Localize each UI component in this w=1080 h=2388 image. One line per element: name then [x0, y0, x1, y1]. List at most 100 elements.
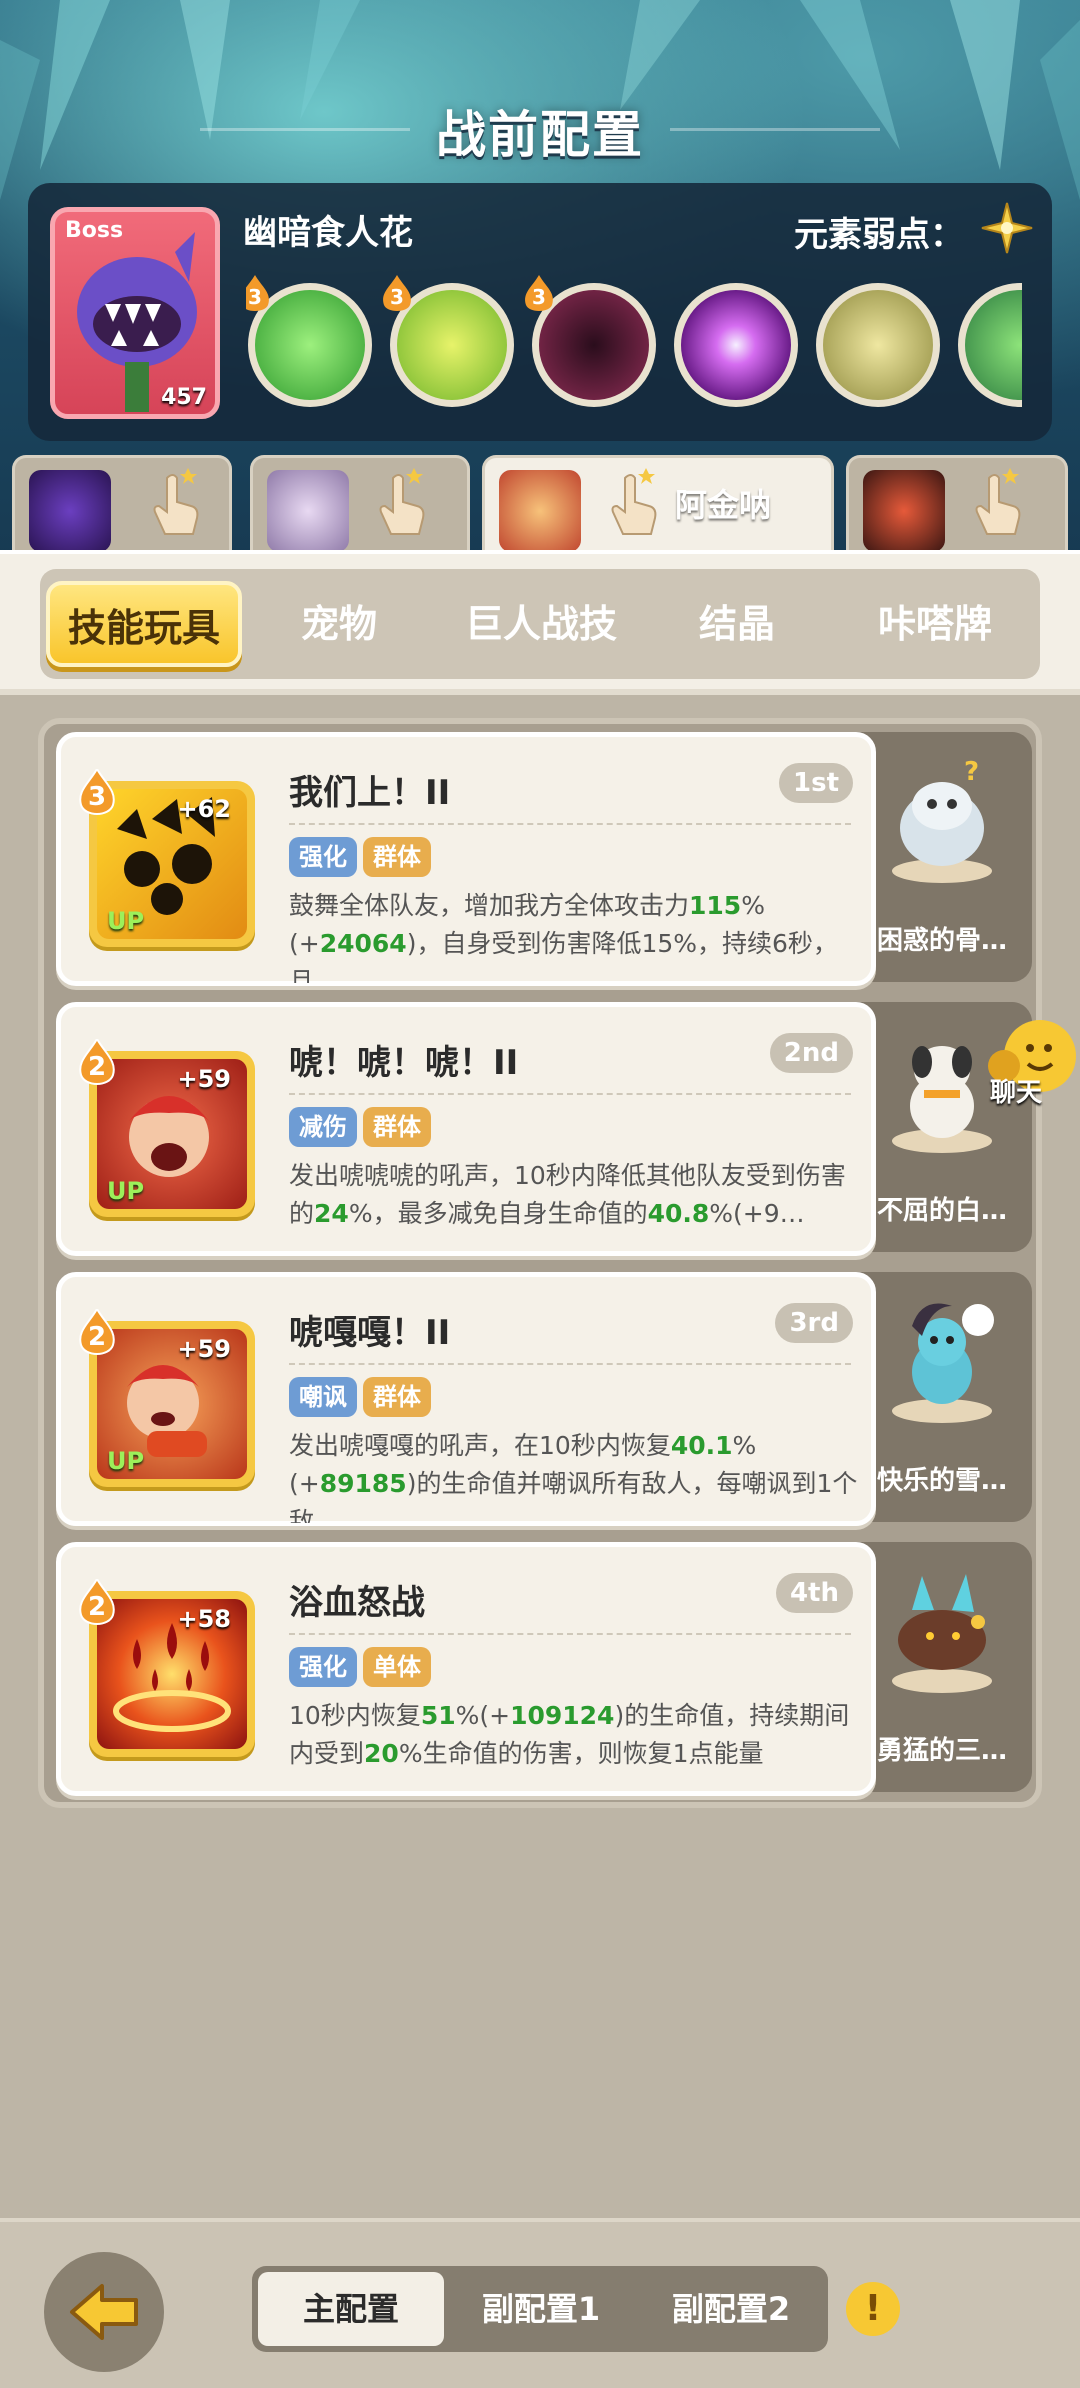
pet-name: 勇猛的三… [876, 1736, 1007, 1766]
snow-pet-icon [892, 1303, 994, 1423]
boss-skill-row: 3 3 3 [246, 275, 1022, 415]
info-warning-icon[interactable]: ! [846, 2282, 900, 2336]
hero-avatar [29, 470, 111, 552]
element-weakness-label: 元素弱点： [794, 215, 964, 255]
hero-tab-2[interactable] [250, 455, 470, 555]
hero-name: 阿金呐 [675, 486, 772, 524]
skill-bonus: +58 [177, 1605, 231, 1633]
skill-rank: 2nd [769, 1033, 853, 1073]
pet-name: 不屈的白… [876, 1196, 1007, 1226]
skill-tag: 强化 [289, 837, 357, 877]
skill-title: 唬！唬！唬！II [289, 1043, 519, 1083]
boss-skill-5-image [823, 290, 933, 400]
light-element-icon[interactable] [980, 201, 1034, 255]
category-panel: 技能玩具 宠物 巨人战技 结晶 咔嗒牌 [0, 550, 1080, 695]
skill-image: +62 UP [97, 789, 247, 939]
divider [289, 1633, 851, 1635]
tab-main-config[interactable]: 主配置 [258, 2272, 444, 2346]
skill-description: 发出唬唬唬的吼声，10秒内降低其他队友受到伤害的24%，最多减免自身生命值的40… [289, 1161, 846, 1228]
skill-bonus: +62 [177, 795, 231, 823]
chat-label[interactable]: 聊天 [990, 1072, 1042, 1109]
svg-text:?: ? [964, 757, 979, 787]
page-title: 战前配置 [436, 106, 644, 164]
boss-skill-4[interactable] [674, 283, 798, 407]
boss-level: 457 [161, 385, 207, 410]
skill-tag: 强化 [289, 1647, 357, 1687]
boss-skill-5[interactable] [816, 283, 940, 407]
skill-bonus: +59 [177, 1335, 231, 1363]
pet-slot-1[interactable]: ? 困惑的骨… [852, 732, 1032, 982]
rhino-pet-icon [892, 1574, 992, 1693]
skill-image: +59 UP [97, 1329, 247, 1479]
tap-hand-icon [153, 468, 199, 535]
skill-rank: 1st [779, 763, 853, 803]
divider [289, 823, 851, 825]
pet-slot-4[interactable]: 勇猛的三… [852, 1542, 1032, 1792]
tap-hand-icon [611, 468, 657, 535]
boss-skill-1-level: 3 [248, 285, 262, 309]
boss-skill-3[interactable]: 3 [525, 275, 656, 407]
skill-title: 唬嘎嘎！II [289, 1313, 451, 1353]
skill-level: 2 [87, 1322, 107, 1352]
skill-description: 10秒内恢复51%(+109124)的生命值，持续期间内受到20%生命值的伤害，… [289, 1701, 850, 1768]
battle-background: 战前配置 Boss 457 幽暗食人花 元素弱点： 3 3 3 阿金呐 [0, 0, 1080, 560]
boss-skill-4-image [681, 290, 791, 400]
skill-tag: 群体 [363, 1377, 431, 1417]
config-switcher: 主配置 副配置1 副配置2 [252, 2266, 828, 2352]
category-tabs: 技能玩具 宠物 巨人战技 结晶 咔嗒牌 [40, 569, 1040, 679]
tab-sub-config-1[interactable]: 副配置1 [448, 2272, 634, 2346]
back-arrow-icon [70, 2284, 138, 2340]
tab-crystals[interactable]: 结晶 [652, 581, 822, 667]
hero-avatar [863, 470, 945, 552]
boss-skill-6[interactable] [958, 283, 1022, 407]
tab-giant-skills[interactable]: 巨人战技 [436, 581, 646, 667]
hero-tab-1[interactable] [12, 455, 232, 555]
skill-card-1[interactable]: +62 UP 3 我们上！II 1st 强化 群体 鼓舞全体队友，增加我方全体攻… [56, 732, 876, 986]
dragon-pet-icon: ? [892, 757, 992, 883]
skill-level: 3 [87, 782, 107, 812]
boss-skill-1[interactable]: 3 [246, 275, 372, 407]
hero-tab-4[interactable] [846, 455, 1068, 555]
upgrade-indicator: UP [107, 1177, 145, 1205]
skill-tag: 减伤 [289, 1107, 357, 1147]
boss-tag: Boss [65, 218, 124, 243]
boss-panel: Boss 457 幽暗食人花 元素弱点： 3 3 3 [28, 183, 1052, 441]
hero-tab-3[interactable]: 阿金呐 [482, 455, 834, 560]
skill-level: 2 [87, 1592, 107, 1622]
skill-tag: 群体 [363, 837, 431, 877]
pet-slot-3[interactable]: 快乐的雪… [852, 1272, 1032, 1522]
hero-avatar [499, 470, 581, 552]
skill-card-2[interactable]: +59 UP 2 唬！唬！唬！II 2nd 减伤 群体 发出唬唬唬的吼声，10秒… [56, 1002, 876, 1256]
tap-hand-icon [975, 468, 1021, 535]
tab-pets[interactable]: 宠物 [254, 581, 424, 667]
skill-description: 发出唬嘎嘎的吼声，在10秒内恢复40.1%(+89185)的生命值并嘲讽所有敌人… [289, 1431, 858, 1523]
skill-image: +59 UP [97, 1059, 247, 1209]
skill-rank: 3rd [775, 1303, 853, 1343]
divider [289, 1363, 851, 1365]
skill-tag: 单体 [363, 1647, 431, 1687]
skill-description: 鼓舞全体队友，增加我方全体攻击力115%(+24064)，自身受到伤害降低15%… [289, 891, 838, 983]
skill-tag: 嘲讽 [289, 1377, 357, 1417]
tab-skill-toys[interactable]: 技能玩具 [46, 581, 242, 667]
boss-skill-3-level: 3 [532, 285, 546, 309]
tap-hand-icon [379, 468, 425, 535]
hero-avatar [267, 470, 349, 552]
pet-name: 困惑的骨… [876, 926, 1007, 956]
boss-portrait[interactable]: Boss 457 [50, 207, 220, 419]
upgrade-indicator: UP [107, 1447, 145, 1475]
back-button[interactable] [44, 2252, 164, 2372]
boss-skill-2[interactable]: 3 [383, 275, 514, 407]
boss-name: 幽暗食人花 [243, 213, 413, 253]
skill-list: ? 困惑的骨… +62 UP 3 我们上！II 1st 强化 群体 鼓舞全体队友… [38, 718, 1042, 1808]
skill-card-4[interactable]: +58 2 浴血怒战 4th 强化 单体 10秒内恢复51%(+109124)的… [56, 1542, 876, 1796]
skill-tag: 群体 [363, 1107, 431, 1147]
tab-cards[interactable]: 咔嗒牌 [840, 581, 1030, 667]
skill-title: 我们上！II [289, 773, 451, 813]
skill-card-3[interactable]: +59 UP 2 唬嘎嘎！II 3rd 嘲讽 群体 发出唬嘎嘎的吼声，在10秒内… [56, 1272, 876, 1526]
upgrade-indicator: UP [107, 907, 145, 935]
skill-rank: 4th [775, 1573, 853, 1613]
boss-skill-6-image [965, 290, 1022, 400]
boss-skill-2-level: 3 [390, 285, 404, 309]
skill-level: 2 [87, 1052, 107, 1082]
tab-sub-config-2[interactable]: 副配置2 [638, 2272, 824, 2346]
